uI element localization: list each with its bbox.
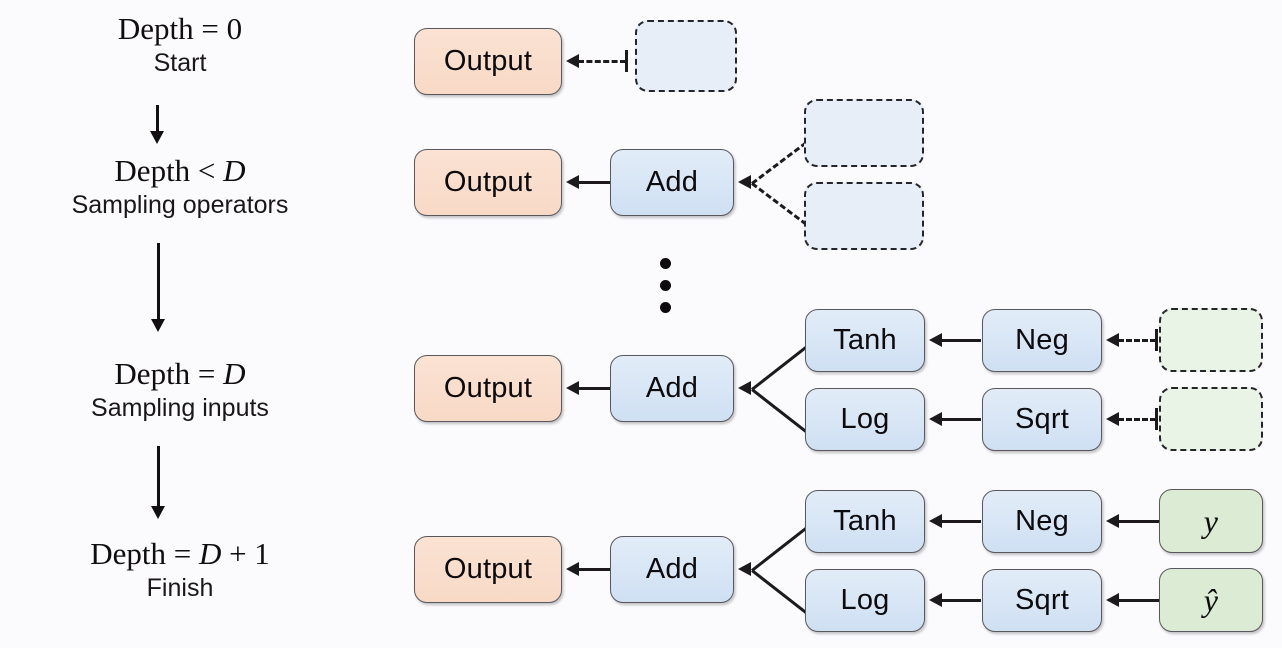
- stage-arrow-shaft-3: [157, 446, 160, 508]
- row4-input-y-label: y: [1203, 502, 1219, 539]
- row3-neg-node[interactable]: Neg: [982, 309, 1102, 372]
- row2-edge-add-to-output: [578, 181, 612, 184]
- stage-arrow-shaft-2: [157, 243, 160, 321]
- row1-placeholder-node[interactable]: [635, 20, 737, 92]
- row3-arrowhead-add: [738, 381, 751, 395]
- row3-sqrt-node[interactable]: Sqrt: [982, 388, 1102, 451]
- row3-add-node[interactable]: Add: [610, 355, 734, 422]
- stage-arrow-shaft-1: [156, 105, 159, 133]
- stage-finish-subtitle: Finish: [146, 573, 214, 602]
- row3-edge-placeholder-to-neg: [1118, 339, 1156, 342]
- row3-edge-tanh-to-add: [751, 345, 809, 391]
- row3-edge-log-to-add: [751, 388, 809, 434]
- row4-tanh-node[interactable]: Tanh: [805, 490, 925, 553]
- row4-neg-node[interactable]: Neg: [982, 490, 1102, 553]
- stage-sampling-inputs-title: Depth = D: [114, 356, 246, 391]
- row1-edge-stub: [625, 50, 628, 72]
- row4-sqrt-label: Sqrt: [1015, 584, 1069, 616]
- row4-input-yhat-label: ŷ: [1203, 581, 1219, 618]
- row2-edge-placeholder-bottom-to-add: [751, 182, 808, 226]
- row3-edge-placeholder-to-sqrt: [1118, 418, 1156, 421]
- stage-arrow-head-1: [150, 131, 164, 144]
- stage-finish-title: Depth = D + 1: [90, 536, 270, 571]
- row3-edge-neg-to-tanh: [941, 339, 981, 342]
- row4-edge-sqrt-to-log: [941, 599, 981, 602]
- row3-edge-sqrt-to-log: [941, 418, 981, 421]
- stage-finish: Depth = D + 1 Finish: [0, 536, 360, 602]
- row4-neg-label: Neg: [1015, 505, 1069, 537]
- row3-tanh-node[interactable]: Tanh: [805, 309, 925, 372]
- row3-stub-top: [1155, 329, 1158, 351]
- row4-tanh-label: Tanh: [833, 505, 897, 537]
- row4-edge-neg-to-tanh: [941, 520, 981, 523]
- stage-arrow-head-3: [151, 506, 165, 519]
- row4-output-node[interactable]: Output: [414, 536, 562, 603]
- row3-stub-bottom: [1155, 408, 1158, 430]
- row1-output-label: Output: [443, 45, 533, 77]
- row4-sqrt-node[interactable]: Sqrt: [982, 569, 1102, 632]
- row4-arrowhead-add: [738, 562, 751, 576]
- row3-output-node[interactable]: Output: [414, 355, 562, 422]
- stage-sampling-operators-title: Depth < D: [114, 153, 246, 188]
- stage-start-title: Depth = 0: [117, 11, 243, 46]
- stage-sampling-operators-subtitle: Sampling operators: [71, 190, 289, 219]
- row2-edge-placeholder-top-to-add: [751, 141, 808, 185]
- row2-output-label: Output: [443, 166, 533, 198]
- stage-start: Depth = 0 Start: [0, 11, 360, 77]
- row3-tanh-label: Tanh: [833, 324, 897, 356]
- row4-log-node[interactable]: Log: [805, 569, 925, 632]
- ellipsis-dot: [660, 258, 671, 269]
- ellipsis-dot: [660, 280, 671, 291]
- stage-start-subtitle: Start: [153, 48, 207, 77]
- row3-placeholder-input-bottom[interactable]: [1159, 387, 1263, 451]
- row1-output-node[interactable]: Output: [414, 28, 562, 95]
- row2-add-node[interactable]: Add: [610, 149, 734, 216]
- row4-input-yhat-node[interactable]: ŷ: [1159, 568, 1263, 632]
- row3-output-label: Output: [443, 372, 533, 404]
- row2-arrowhead-add: [738, 175, 751, 189]
- row3-placeholder-input-top[interactable]: [1159, 308, 1263, 372]
- row2-add-label: Add: [645, 166, 699, 198]
- row1-edge-placeholder-to-output: [578, 60, 626, 63]
- row2-placeholder-node-bottom[interactable]: [804, 182, 924, 250]
- row4-edge-add-to-output: [578, 568, 612, 571]
- row4-add-node[interactable]: Add: [610, 536, 734, 603]
- row3-log-label: Log: [840, 403, 890, 435]
- vertical-ellipsis: [660, 258, 671, 313]
- row4-edge-log-to-add: [751, 569, 809, 615]
- stage-arrow-head-2: [151, 319, 165, 332]
- row4-edge-tanh-to-add: [751, 526, 809, 572]
- row3-log-node[interactable]: Log: [805, 388, 925, 451]
- stage-sampling-operators: Depth < D Sampling operators: [0, 153, 360, 219]
- row2-output-node[interactable]: Output: [414, 149, 562, 216]
- row4-output-label: Output: [443, 553, 533, 585]
- row4-log-label: Log: [840, 584, 890, 616]
- row4-input-y-node[interactable]: y: [1159, 489, 1263, 553]
- row4-edge-yhat-to-sqrt: [1118, 599, 1160, 602]
- stage-sampling-inputs: Depth = D Sampling inputs: [0, 356, 360, 422]
- diagram-canvas: Depth = 0 Start Depth < D Sampling opera…: [0, 0, 1282, 648]
- ellipsis-dot: [660, 302, 671, 313]
- row2-placeholder-node-top[interactable]: [804, 99, 924, 167]
- row3-sqrt-label: Sqrt: [1015, 403, 1069, 435]
- row4-edge-y-to-neg: [1118, 520, 1160, 523]
- row3-edge-add-to-output: [578, 387, 612, 390]
- stage-sampling-inputs-subtitle: Sampling inputs: [91, 393, 269, 422]
- row3-neg-label: Neg: [1015, 324, 1069, 356]
- row4-add-label: Add: [645, 553, 699, 585]
- row3-add-label: Add: [645, 372, 699, 404]
